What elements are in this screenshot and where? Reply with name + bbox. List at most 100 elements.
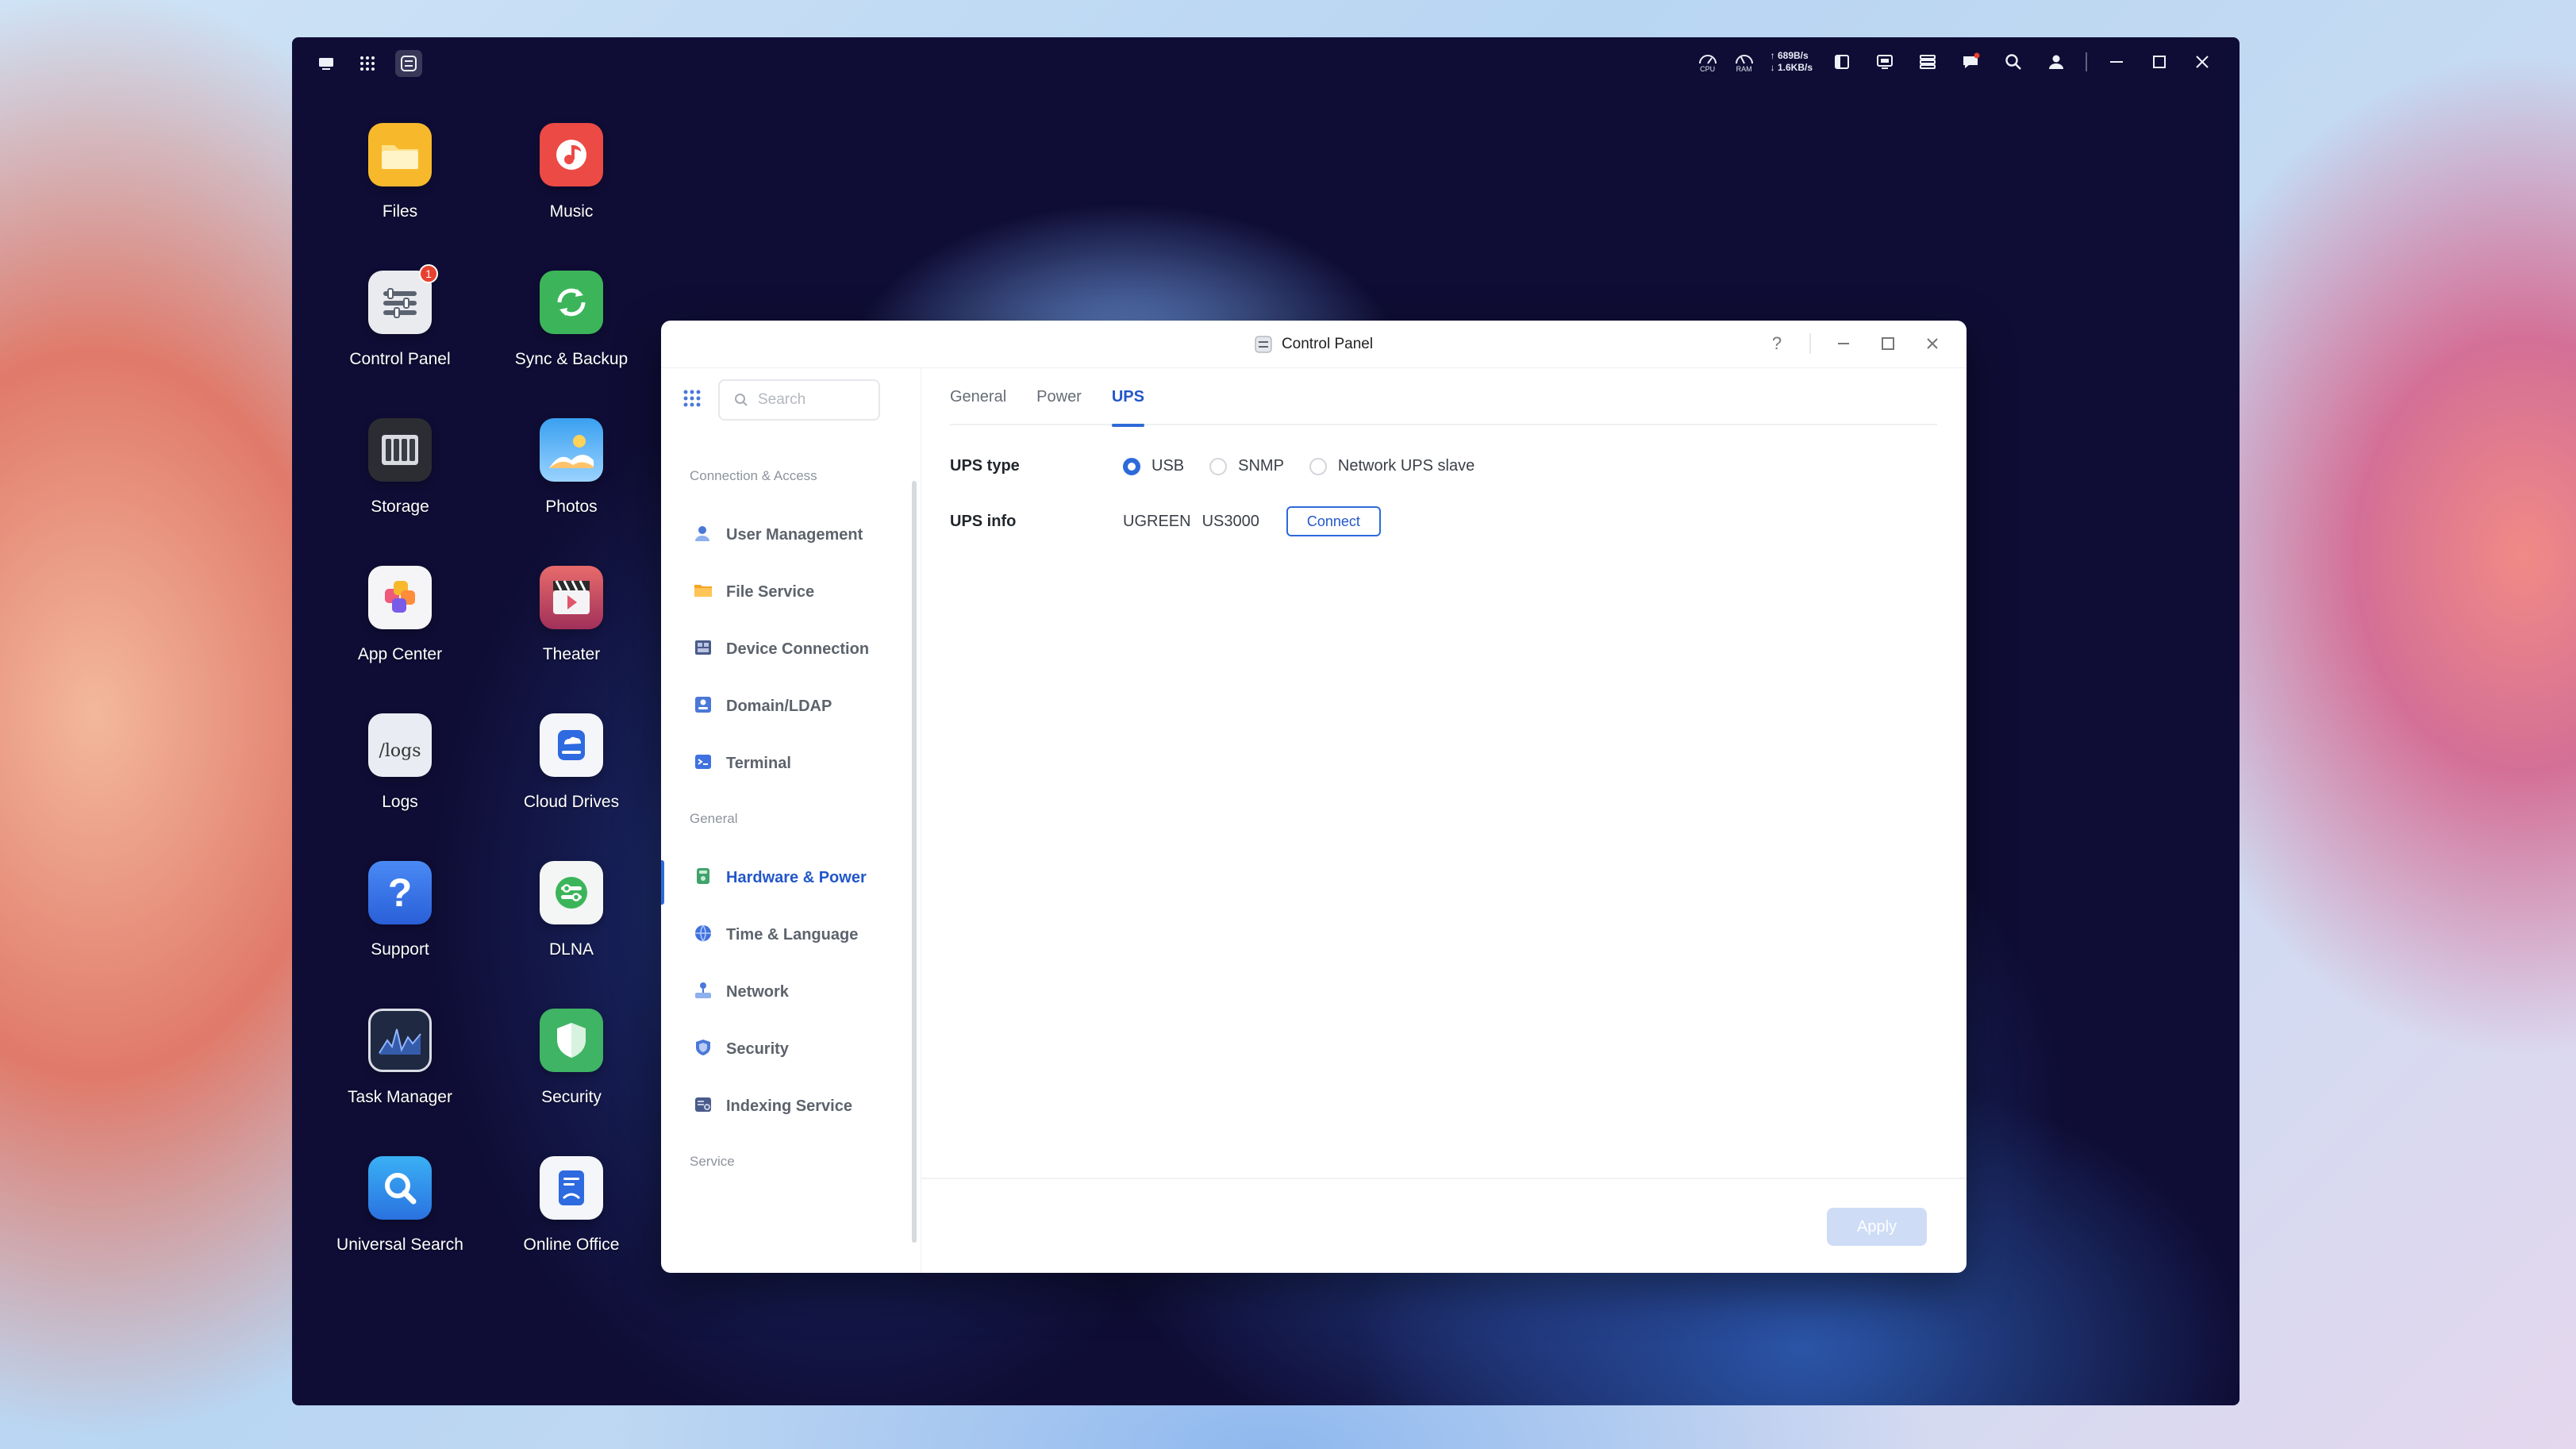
maximize-button[interactable]: [1876, 332, 1900, 356]
search-input[interactable]: [758, 391, 861, 409]
dlna-icon: [540, 861, 603, 924]
topbar-divider: [2086, 52, 2087, 71]
tab-general[interactable]: General: [950, 368, 1006, 425]
sync-icon: [540, 271, 603, 334]
sliders-icon: 1: [368, 264, 438, 334]
sidebar: Connection & Access User Management File…: [661, 368, 921, 1273]
desktop-app-files[interactable]: Files: [314, 123, 486, 271]
desktop-app-photos[interactable]: Photos: [486, 418, 657, 566]
connect-button[interactable]: Connect: [1286, 506, 1381, 536]
sidebar-item-label: Time & Language: [726, 926, 859, 944]
close-desktop-button[interactable]: [2189, 48, 2216, 75]
desktop-app-cloud-drives[interactable]: Cloud Drives: [486, 713, 657, 861]
maximize-desktop-button[interactable]: [2146, 48, 2173, 75]
terminal-icon: [693, 751, 713, 772]
radio-snmp[interactable]: SNMP: [1209, 457, 1284, 475]
sidebar-item-domain-ldap[interactable]: Domain/LDAP: [661, 676, 920, 733]
desktop-app-label: Logs: [382, 793, 418, 811]
sidebar-item-network[interactable]: Network: [661, 962, 920, 1019]
user-button[interactable]: [2043, 48, 2070, 75]
sidebar-item-user-management[interactable]: User Management: [661, 505, 920, 562]
notification-badge: 1: [419, 264, 438, 283]
close-button[interactable]: [1920, 332, 1944, 356]
maximize-icon: [2153, 56, 2166, 68]
desktop-app-label: Control Panel: [349, 350, 451, 368]
desktop-app-theater[interactable]: Theater: [486, 566, 657, 713]
minimize-icon: [1838, 343, 1849, 344]
close-icon: [1927, 338, 1938, 349]
menu-grid-button[interactable]: [682, 388, 702, 413]
cloud-drive-icon: [540, 713, 603, 777]
sidebar-item-terminal[interactable]: Terminal: [661, 733, 920, 790]
desktop-app-task-manager[interactable]: Task Manager: [314, 1009, 486, 1156]
globe-icon: [693, 923, 713, 944]
search-button[interactable]: [2000, 48, 2027, 75]
desktop-app-security[interactable]: Security: [486, 1009, 657, 1156]
taskbar-control-panel-button[interactable]: [395, 50, 422, 77]
desktop-app-storage[interactable]: Storage: [314, 418, 486, 566]
sidebar-section-general: General: [690, 811, 738, 826]
sidebar-item-time-language[interactable]: Time & Language: [661, 905, 920, 962]
desktop-icon-grid: Files Music 1 Control Panel Sync & Backu…: [314, 123, 657, 1304]
help-button[interactable]: ?: [1765, 332, 1789, 356]
desktop-app-online-office[interactable]: Online Office: [486, 1156, 657, 1304]
sidebar-item-label: Terminal: [726, 755, 791, 772]
app-blocks-icon: [368, 566, 432, 629]
ups-vendor: UGREEN: [1123, 512, 1191, 530]
sidebar-item-hardware-power[interactable]: Hardware & Power: [661, 847, 920, 905]
widgets-button[interactable]: [1828, 48, 1855, 75]
radio-usb[interactable]: USB: [1123, 457, 1184, 475]
show-desktop-button[interactable]: [313, 50, 340, 77]
sidebar-item-indexing-service[interactable]: Indexing Service: [661, 1076, 920, 1133]
ups-type-row: UPS type USB SNMP Network UPS slave: [950, 457, 1500, 475]
help-icon: ?: [1771, 333, 1782, 353]
desktop-app-label: Storage: [371, 498, 429, 516]
desktop-app-sync-backup[interactable]: Sync & Backup: [486, 271, 657, 418]
ram-monitor[interactable]: RAM: [1734, 51, 1755, 73]
desktop-app-logs[interactable]: /logs Logs: [314, 713, 486, 861]
screen-icon: [1877, 55, 1893, 69]
logs-icon: /logs: [368, 713, 432, 777]
sidebar-scrollbar[interactable]: [912, 481, 917, 1243]
task-list-button[interactable]: [1914, 48, 1941, 75]
window-footer: Apply: [921, 1178, 1967, 1273]
window-title: Control Panel: [1281, 335, 1374, 352]
landscape-icon: [540, 418, 603, 482]
desktop-app-universal-search[interactable]: Universal Search: [314, 1156, 486, 1304]
apply-button[interactable]: Apply: [1827, 1208, 1927, 1246]
desktop-topbar: CPU RAM ↑ 689B/s ↓ 1.6KB/s: [292, 37, 2240, 90]
desktop-app-support[interactable]: ? Support: [314, 861, 486, 1009]
minimize-button[interactable]: [1832, 332, 1855, 356]
desktop-app-label: Support: [371, 940, 429, 959]
title-divider: [1809, 333, 1811, 354]
folder-icon: [693, 580, 713, 601]
monitor-button[interactable]: [1871, 48, 1898, 75]
cpu-monitor[interactable]: CPU: [1697, 51, 1718, 73]
network-speed[interactable]: ↑ 689B/s ↓ 1.6KB/s: [1771, 50, 1813, 74]
main-content: General Power UPS UPS type USB SNMP Netw…: [921, 368, 1967, 1273]
tab-ups[interactable]: UPS: [1111, 368, 1145, 427]
ups-info-row: UPS info UGREEN US3000 Connect: [950, 506, 1381, 536]
desktop-app-app-center[interactable]: App Center: [314, 566, 486, 713]
user-icon: [2049, 55, 2063, 69]
sidebar-item-label: User Management: [726, 526, 863, 544]
sidebar-search[interactable]: [718, 379, 880, 421]
desktop-app-dlna[interactable]: DLNA: [486, 861, 657, 1009]
desktop-app-label: Task Manager: [348, 1088, 452, 1106]
app-launcher-button[interactable]: [354, 50, 381, 77]
radio-network-ups-slave[interactable]: Network UPS slave: [1309, 457, 1474, 475]
network-icon: [693, 980, 713, 1001]
window-titlebar[interactable]: Control Panel ?: [661, 321, 1967, 368]
minimize-desktop-button[interactable]: [2103, 48, 2130, 75]
messages-button[interactable]: [1957, 48, 1984, 75]
sidebar-item-file-service[interactable]: File Service: [661, 562, 920, 619]
ups-info-label: UPS info: [950, 512, 1017, 530]
radio-indicator: [1209, 457, 1228, 475]
control-panel-window: Control Panel ? Search Connection & Acce…: [661, 321, 1967, 1273]
tab-power[interactable]: Power: [1036, 368, 1082, 425]
desktop-app-music[interactable]: Music: [486, 123, 657, 271]
sidebar-item-security[interactable]: Security: [661, 1019, 920, 1076]
sidebar-item-device-connection[interactable]: Device Connection: [661, 619, 920, 676]
maximize-icon: [1882, 337, 1894, 350]
desktop-app-control-panel[interactable]: 1 Control Panel: [314, 264, 486, 418]
